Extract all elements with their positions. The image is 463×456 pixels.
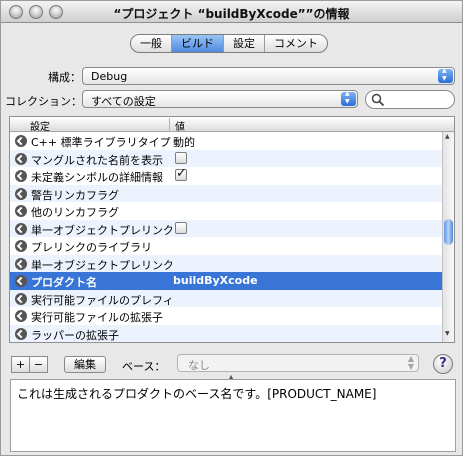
table-row[interactable]: 単一オブジェクトプレリンク bbox=[10, 254, 442, 272]
column-header-value[interactable]: 値 bbox=[169, 118, 185, 133]
inherited-setting-icon bbox=[15, 135, 27, 147]
inherited-setting-icon bbox=[15, 240, 27, 252]
scroll-down-icon[interactable]: ▼ bbox=[445, 330, 450, 337]
table-row[interactable]: C++ 標準ライブラリタイプ 動的 bbox=[10, 132, 442, 150]
column-header-setting[interactable]: 設定 bbox=[30, 118, 50, 133]
setting-checkbox[interactable] bbox=[175, 221, 187, 234]
tab-comments[interactable]: コメント bbox=[265, 35, 327, 52]
window-title: “プロジェクト “buildByXcode””の情報 bbox=[113, 7, 350, 21]
search-field[interactable] bbox=[365, 90, 455, 109]
setting-value[interactable]: 動的 bbox=[173, 134, 195, 150]
collection-label: コレクション： bbox=[5, 95, 82, 108]
base-value: なし bbox=[188, 359, 210, 372]
description-text: これは生成されるプロダクトのベース名です。[PRODUCT_NAME] bbox=[17, 387, 377, 401]
setting-value[interactable]: buildByXcode bbox=[173, 274, 258, 287]
base-label: ベース： bbox=[122, 360, 166, 373]
scroll-thumb[interactable] bbox=[444, 219, 453, 245]
table-header: 設定 値 bbox=[10, 117, 454, 133]
setting-name: 未定義シンボルの詳細情報 bbox=[31, 171, 163, 184]
settings-table: 設定 値 C++ 標準ライブラリタイプ 動的 マングルされた名前を表示 未定義シンボル… bbox=[9, 116, 455, 343]
collection-value: すべての設定 bbox=[91, 95, 156, 108]
tab-bar: 一般 ビルド 設定 コメント bbox=[130, 34, 328, 53]
edit-button[interactable]: 編集 bbox=[64, 356, 106, 373]
search-icon bbox=[371, 93, 385, 107]
inherited-setting-icon bbox=[15, 275, 27, 287]
inherited-setting-icon bbox=[15, 205, 27, 217]
inherited-setting-icon bbox=[15, 257, 27, 270]
inherited-setting-icon bbox=[15, 187, 27, 200]
setting-name: ラッパーの拡張子 bbox=[31, 328, 119, 342]
config-label: 構成： bbox=[48, 71, 81, 84]
tab-general[interactable]: 一般 bbox=[131, 35, 172, 52]
base-popup[interactable]: なし ▲ ▼ bbox=[177, 354, 419, 372]
scroll-up-icon[interactable]: ▲ bbox=[445, 133, 450, 140]
help-button[interactable]: ? bbox=[433, 354, 453, 374]
inherited-setting-icon bbox=[15, 292, 27, 305]
description-pane: これは生成されるプロダクトのベース名です。[PRODUCT_NAME] bbox=[10, 379, 456, 452]
tab-configurations[interactable]: 設定 bbox=[224, 35, 265, 52]
setting-checkbox[interactable] bbox=[175, 151, 187, 164]
table-row[interactable]: 実行可能ファイルのプレフィ bbox=[10, 289, 442, 307]
collection-popup[interactable]: すべての設定 bbox=[82, 90, 358, 108]
table-row[interactable]: ラッパーの拡張子 bbox=[10, 324, 442, 342]
setting-name: プロダクト名 bbox=[31, 276, 97, 289]
setting-name: 警告リンカフラグ bbox=[31, 188, 119, 202]
inherited-setting-icon bbox=[15, 310, 27, 322]
table-row[interactable]: 他のリンカフラグ bbox=[10, 202, 442, 220]
table-row[interactable]: 警告リンカフラグ bbox=[10, 184, 442, 202]
table-row[interactable]: プライベートヘッダーディ bbox=[10, 342, 442, 343]
setting-name: 単一オブジェクトプレリンク bbox=[31, 223, 172, 237]
setting-name: 実行可能ファイルの拡張子 bbox=[31, 311, 163, 324]
add-button[interactable]: + bbox=[11, 356, 30, 373]
popup-arrows-icon: ▲ ▼ bbox=[407, 354, 414, 371]
table-row[interactable]: プレリンクのライブラリ bbox=[10, 237, 442, 255]
table-row[interactable]: プロダクト名 buildByXcode bbox=[10, 272, 442, 290]
setting-name: プレリンクのライブラリ bbox=[31, 241, 152, 254]
setting-checkbox[interactable] bbox=[175, 166, 187, 181]
inherited-setting-icon bbox=[15, 170, 27, 182]
table-row[interactable]: 単一オブジェクトプレリンク bbox=[10, 219, 442, 237]
table-row[interactable]: マングルされた名前を表示 bbox=[10, 149, 442, 167]
info-window: “プロジェクト “buildByXcode””の情報 一般 ビルド 設定 コメン… bbox=[0, 0, 463, 456]
config-popup[interactable]: Debug bbox=[82, 67, 455, 85]
table-row[interactable]: 実行可能ファイルの拡張子 bbox=[10, 307, 442, 325]
setting-name: 実行可能ファイルのプレフィ bbox=[31, 293, 172, 307]
table-rows: C++ 標準ライブラリタイプ 動的 マングルされた名前を表示 未定義シンボルの詳細情報… bbox=[10, 132, 442, 343]
table-row[interactable]: 未定義シンボルの詳細情報 bbox=[10, 166, 442, 185]
inherited-setting-icon bbox=[15, 222, 27, 235]
setting-name: 他のリンカフラグ bbox=[31, 206, 119, 219]
remove-button[interactable]: − bbox=[29, 356, 48, 373]
inherited-setting-icon bbox=[15, 152, 27, 165]
inherited-setting-icon bbox=[15, 327, 27, 340]
setting-name: 単一オブジェクトプレリンク bbox=[31, 258, 172, 272]
config-value: Debug bbox=[91, 70, 128, 83]
setting-name: マングルされた名前を表示 bbox=[31, 153, 163, 167]
setting-name: C++ 標準ライブラリタイプ bbox=[31, 136, 171, 149]
popup-arrows-icon bbox=[438, 67, 453, 83]
vertical-scrollbar[interactable]: ▲ ▼ bbox=[442, 132, 454, 342]
tab-build[interactable]: ビルド bbox=[172, 35, 224, 52]
title-bar[interactable]: “プロジェクト “buildByXcode””の情報 bbox=[1, 1, 462, 23]
popup-arrows-icon bbox=[341, 90, 356, 106]
